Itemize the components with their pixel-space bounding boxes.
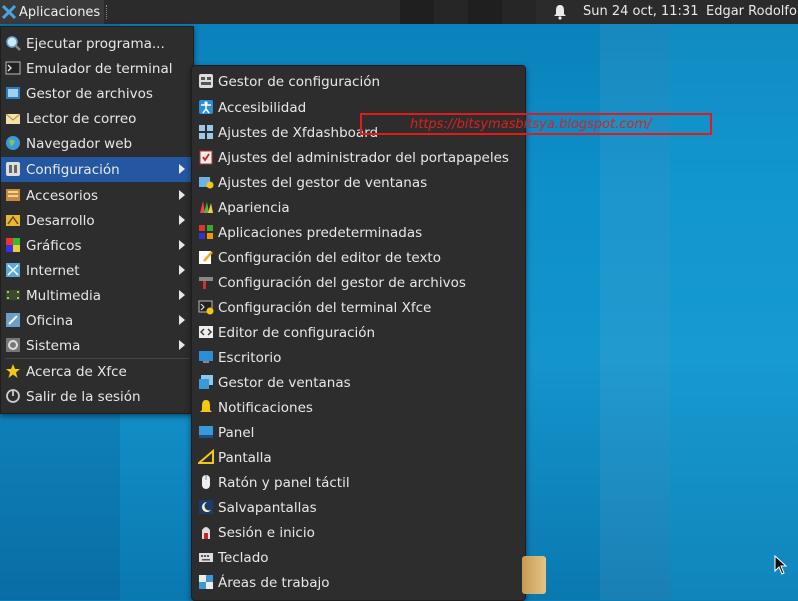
panel-separator <box>106 5 113 19</box>
submenu-item-panel[interactable]: Panel <box>192 420 525 445</box>
menu-item-settings[interactable]: Configuración <box>1 157 193 182</box>
menu-item-mail[interactable]: Lector de correo <box>1 106 193 131</box>
wallpaper-band <box>670 24 798 600</box>
menu-item-terminal[interactable]: Emulador de terminal <box>1 56 193 81</box>
submenu-item-session[interactable]: Sesión e inicio <box>192 520 525 545</box>
mouse-cursor-icon <box>774 555 788 575</box>
menu-item-internet[interactable]: Internet <box>1 258 193 283</box>
submenu-item-keyboard[interactable]: Teclado <box>192 545 525 570</box>
multimedia-icon <box>6 290 20 300</box>
submenu-item-mouse[interactable]: Ratón y panel táctil <box>192 470 525 495</box>
internet-icon <box>6 263 20 277</box>
window-tweaks-icon <box>199 177 214 189</box>
submenu-arrow-icon <box>179 290 185 300</box>
clipboard-icon <box>199 150 213 165</box>
config-editor-icon <box>199 326 213 338</box>
submenu-item-default-apps[interactable]: Aplicaciones predeterminadas <box>192 220 525 245</box>
submenu-item-display[interactable]: Pantalla <box>192 445 525 470</box>
menu-item-multimedia[interactable]: Multimedia <box>1 283 193 308</box>
watermark-url: https://bitsymasbitsya.blogspot.com/ <box>410 117 652 132</box>
submenu-item-window-tweaks[interactable]: Ajustes del gestor de ventanas <box>192 170 525 195</box>
workspace-2[interactable] <box>434 0 468 24</box>
workspaces-icon <box>199 575 213 589</box>
settings-submenu: Gestor de configuración Accesibilidad Aj… <box>191 65 526 601</box>
settings-manager-icon <box>199 74 213 88</box>
development-icon <box>6 215 20 226</box>
workspace-4[interactable] <box>502 0 536 24</box>
applications-menu-button[interactable]: Aplicaciones <box>0 0 105 24</box>
submenu-item-desktop[interactable]: Escritorio <box>192 345 525 370</box>
submenu-item-settings-manager[interactable]: Gestor de configuración <box>192 69 525 94</box>
submenu-item-notifications[interactable]: Notificaciones <box>192 395 525 420</box>
settings-icon <box>6 162 20 176</box>
desktop-folder-icon[interactable] <box>522 556 546 594</box>
terminal-settings-icon <box>198 300 214 315</box>
xfce-logo-icon <box>2 5 16 19</box>
submenu-item-screensaver[interactable]: Salvapantallas <box>192 495 525 520</box>
star-icon <box>6 364 20 378</box>
submenu-arrow-icon <box>179 164 185 174</box>
submenu-arrow-icon <box>179 340 185 350</box>
screensaver-icon <box>199 500 213 514</box>
submenu-item-terminal-settings[interactable]: Configuración del terminal Xfce <box>192 295 525 320</box>
office-icon <box>6 313 20 327</box>
window-manager-icon <box>199 375 213 389</box>
clock[interactable]: Sun 24 oct, 11:31 <box>583 4 698 19</box>
submenu-arrow-icon <box>179 215 185 225</box>
submenu-item-config-editor[interactable]: Editor de configuración <box>192 320 525 345</box>
menu-item-office[interactable]: Oficina <box>1 308 193 333</box>
menu-item-graphics[interactable]: Gráficos <box>1 233 193 258</box>
appearance-icon <box>200 201 213 213</box>
dashboard-icon <box>199 125 213 139</box>
submenu-item-file-manager-settings[interactable]: Configuración del gestor de archivos <box>192 270 525 295</box>
session-icon <box>202 527 210 539</box>
accessories-icon <box>6 189 20 201</box>
text-editor-icon <box>199 251 213 264</box>
notification-bell-icon[interactable] <box>553 4 567 20</box>
menu-item-run-program[interactable]: Ejecutar programa... <box>1 31 193 56</box>
mail-icon <box>5 113 21 124</box>
display-icon <box>198 449 214 464</box>
logout-icon <box>6 389 20 403</box>
submenu-arrow-icon <box>179 315 185 325</box>
menu-item-accessories[interactable]: Accesorios <box>1 183 193 208</box>
web-browser-icon <box>6 136 20 150</box>
menu-item-about-xfce[interactable]: Acerca de Xfce <box>1 359 193 384</box>
applications-menu: Ejecutar programa... Emulador de termina… <box>0 26 194 414</box>
wallpaper-band <box>600 24 670 600</box>
menu-item-system[interactable]: Sistema <box>1 333 193 358</box>
accessibility-icon <box>199 100 213 114</box>
submenu-item-clipboard[interactable]: Ajustes del administrador del portapapel… <box>192 145 525 170</box>
desktop-icon <box>199 351 213 363</box>
keyboard-icon <box>199 553 213 562</box>
system-icon <box>6 338 20 352</box>
submenu-item-text-editor[interactable]: Configuración del editor de texto <box>192 245 525 270</box>
file-manager-icon <box>6 87 20 99</box>
submenu-arrow-icon <box>179 240 185 250</box>
workspace-1[interactable] <box>400 0 434 24</box>
run-search-icon <box>6 36 21 51</box>
submenu-item-workspaces[interactable]: Áreas de trabajo <box>192 570 525 595</box>
submenu-item-appearance[interactable]: Apariencia <box>192 195 525 220</box>
menu-item-web-browser[interactable]: Navegador web <box>1 131 193 156</box>
bell-icon <box>200 400 212 412</box>
submenu-item-window-manager[interactable]: Gestor de ventanas <box>192 370 525 395</box>
top-panel: Aplicaciones Sun 24 oct, 11:31 Edgar Rod… <box>0 0 798 24</box>
user-name[interactable]: Edgar Rodolfo <box>706 4 797 19</box>
mouse-icon <box>202 475 210 489</box>
graphics-icon <box>6 238 20 252</box>
menu-item-logout[interactable]: Salir de la sesión <box>1 384 193 409</box>
applications-label: Aplicaciones <box>19 4 101 20</box>
menu-item-development[interactable]: Desarrollo <box>1 208 193 233</box>
file-manager-settings-icon <box>199 277 213 289</box>
submenu-arrow-icon <box>179 265 185 275</box>
panel-icon <box>199 426 213 438</box>
menu-item-file-manager[interactable]: Gestor de archivos <box>1 81 193 106</box>
submenu-arrow-icon <box>179 190 185 200</box>
default-apps-icon <box>199 225 213 239</box>
workspace-3[interactable] <box>468 0 502 24</box>
terminal-icon <box>5 61 21 75</box>
